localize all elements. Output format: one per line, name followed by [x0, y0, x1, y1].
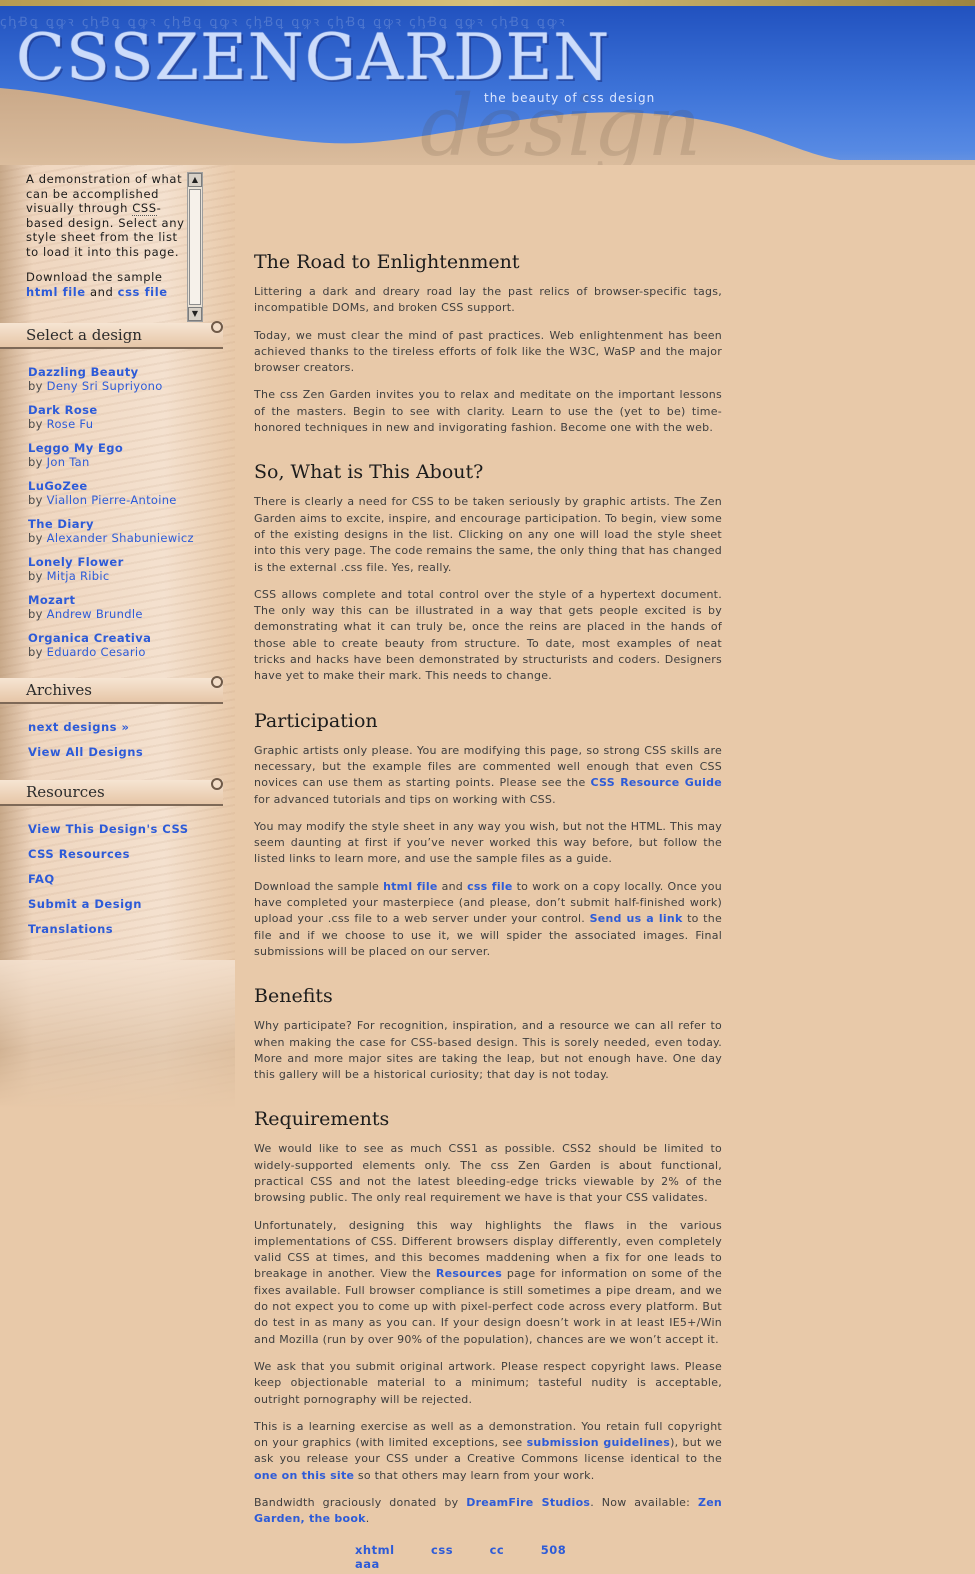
author-link[interactable]: Eduardo Cesario [47, 645, 146, 659]
intro-css-file-link[interactable]: css file [118, 285, 168, 299]
dreamfire-studios-link[interactable]: DreamFire Studios [466, 1496, 590, 1509]
design-link[interactable]: Lonely Flower [28, 555, 228, 569]
section-title: So, What is This About? [254, 461, 484, 484]
section-title: Benefits [254, 985, 333, 1008]
footer-css-link[interactable]: css [431, 1543, 453, 1557]
archives-heading: Archives [0, 676, 223, 704]
paragraph: Why participate? For recognition, inspir… [254, 1019, 722, 1082]
send-us-a-link[interactable]: Send us a link [590, 912, 683, 925]
intro-box[interactable]: A demonstration of what can be accomplis… [26, 172, 186, 317]
paragraph: CSS allows complete and total control ov… [254, 587, 722, 683]
translations-link[interactable]: Translations [28, 917, 228, 942]
design-link[interactable]: Dazzling Beauty [28, 365, 228, 379]
list-item: Lonely Flower by Mitja Ribic [28, 555, 228, 593]
paragraph: Bandwidth graciously donated by DreamFir… [254, 1496, 722, 1526]
list-item: Leggo My Ego by Jon Tan [28, 441, 228, 479]
author-link[interactable]: Viallon Pierre-Antoine [47, 493, 177, 507]
section-requirements: Requirements We would like to see as muc… [254, 1107, 722, 1527]
footer-508-link[interactable]: 508 [541, 1543, 567, 1557]
scroll-down-arrow-icon[interactable]: ▼ [188, 307, 202, 321]
section-benefits: Benefits Why participate? For recognitio… [254, 984, 722, 1083]
section-road: The Road to Enlightenment Littering a da… [254, 250, 722, 436]
paragraph: Today, we must clear the mind of past pr… [254, 328, 722, 375]
author-link[interactable]: Deny Sri Supriyono [47, 379, 163, 393]
footer-xhtml-link[interactable]: xhtml [355, 1543, 395, 1557]
list-item: Mozart by Andrew Brundle [28, 593, 228, 631]
list-item: Dark Rose by Rose Fu [28, 403, 228, 441]
paragraph: This is a learning exercise as well as a… [254, 1419, 723, 1482]
resources-heading: Resources [0, 778, 223, 806]
paragraph: You may modify the style sheet in any wa… [254, 819, 722, 866]
design-link[interactable]: Organica Creativa [28, 631, 228, 645]
submission-guidelines-link[interactable]: submission guidelines [527, 1436, 670, 1449]
paragraph: We would like to see as much CSS1 as pos… [254, 1142, 722, 1205]
page-header: ꞔꞕꞖꝗ ꝗꝙꝛ ꞔꞕꞖꝗ ꝗꝙꝛ ꞔꞕꞖꝗ ꝗꝙꝛ ꞔꞕꞖꝗ ꝗꝙꝛ ꞔꞕꞖꝗ… [0, 0, 975, 165]
design-link[interactable]: Mozart [28, 593, 228, 607]
author-link[interactable]: Rose Fu [47, 417, 94, 431]
section-title: Participation [254, 709, 378, 732]
submit-design-link[interactable]: Submit a Design [28, 892, 228, 917]
site-tagline: the beauty of css design [484, 91, 656, 105]
author-link[interactable]: Alexander Shabuniewicz [47, 531, 194, 545]
paragraph: Littering a dark and dreary road lay the… [254, 285, 722, 315]
author-link[interactable]: Jon Tan [47, 455, 90, 469]
resources-list: View This Design's CSS CSS Resources FAQ… [28, 817, 228, 942]
intro-html-file-link[interactable]: html file [26, 285, 86, 299]
footer-cc-link[interactable]: cc [490, 1543, 505, 1557]
resources-link[interactable]: Resources [436, 1267, 502, 1280]
scroll-thumb[interactable] [189, 189, 201, 305]
next-designs-link[interactable]: next designs » [28, 715, 228, 740]
intro-text: A demonstration of what can be accomplis… [26, 172, 185, 259]
css-resource-guide-link[interactable]: CSS Resource Guide [591, 776, 723, 789]
section-title: Requirements [254, 1108, 390, 1131]
section-participation: Participation Graphic artists only pleas… [254, 709, 722, 961]
list-item: The Diary by Alexander Shabuniewicz [28, 517, 228, 555]
paragraph: There is clearly a need for CSS to be ta… [254, 495, 722, 574]
main-content: The Road to Enlightenment Littering a da… [254, 250, 722, 1552]
css-resources-link[interactable]: CSS Resources [28, 842, 228, 867]
sidebar-bottom-fade [0, 960, 235, 1110]
view-all-designs-link[interactable]: View All Designs [28, 740, 228, 765]
intro-download-text: Download the sample html file and css fi… [26, 270, 168, 299]
scroll-up-arrow-icon[interactable]: ▲ [188, 173, 202, 187]
list-item: Dazzling Beauty by Deny Sri Supriyono [28, 365, 228, 403]
paragraph: We ask that you submit original artwork.… [254, 1359, 722, 1406]
design-link[interactable]: LuGoZee [28, 479, 228, 493]
footer-aaa-link[interactable]: aaa [355, 1557, 380, 1571]
section-title: The Road to Enlightenment [254, 251, 520, 273]
list-item: LuGoZee by Viallon Pierre-Antoine [28, 479, 228, 517]
list-item: Organica Creativa by Eduardo Cesario [28, 631, 228, 669]
css-abbr: CSS [132, 201, 157, 216]
author-link[interactable]: Mitja Ribic [47, 569, 110, 583]
css-file-link[interactable]: css file [467, 880, 513, 893]
header-gold-stripe [0, 0, 975, 6]
intro-scrollbar[interactable]: ▲ ▼ [187, 172, 203, 322]
paragraph: Unfortunately, designing this way highli… [254, 1218, 722, 1346]
design-list: Dazzling Beauty by Deny Sri Supriyono Da… [28, 365, 228, 669]
design-link[interactable]: The Diary [28, 517, 228, 531]
archives-list: next designs » View All Designs [28, 715, 228, 765]
section-about: So, What is This About? There is clearly… [254, 460, 722, 684]
paragraph: Graphic artists only please. You are mod… [254, 743, 723, 806]
footer-links: xhtml css cc 508 aaa [355, 1543, 655, 1571]
faq-link[interactable]: FAQ [28, 867, 228, 892]
design-link[interactable]: Dark Rose [28, 403, 228, 417]
html-file-link[interactable]: html file [383, 880, 437, 893]
view-design-css-link[interactable]: View This Design's CSS [28, 817, 228, 842]
paragraph: Download the sample html file and css fi… [254, 879, 722, 958]
select-design-heading: Select a design [0, 321, 223, 349]
design-link[interactable]: Leggo My Ego [28, 441, 228, 455]
one-on-this-site-link[interactable]: one on this site [254, 1469, 354, 1482]
paragraph: The css Zen Garden invites you to relax … [254, 388, 722, 435]
author-link[interactable]: Andrew Brundle [47, 607, 143, 621]
